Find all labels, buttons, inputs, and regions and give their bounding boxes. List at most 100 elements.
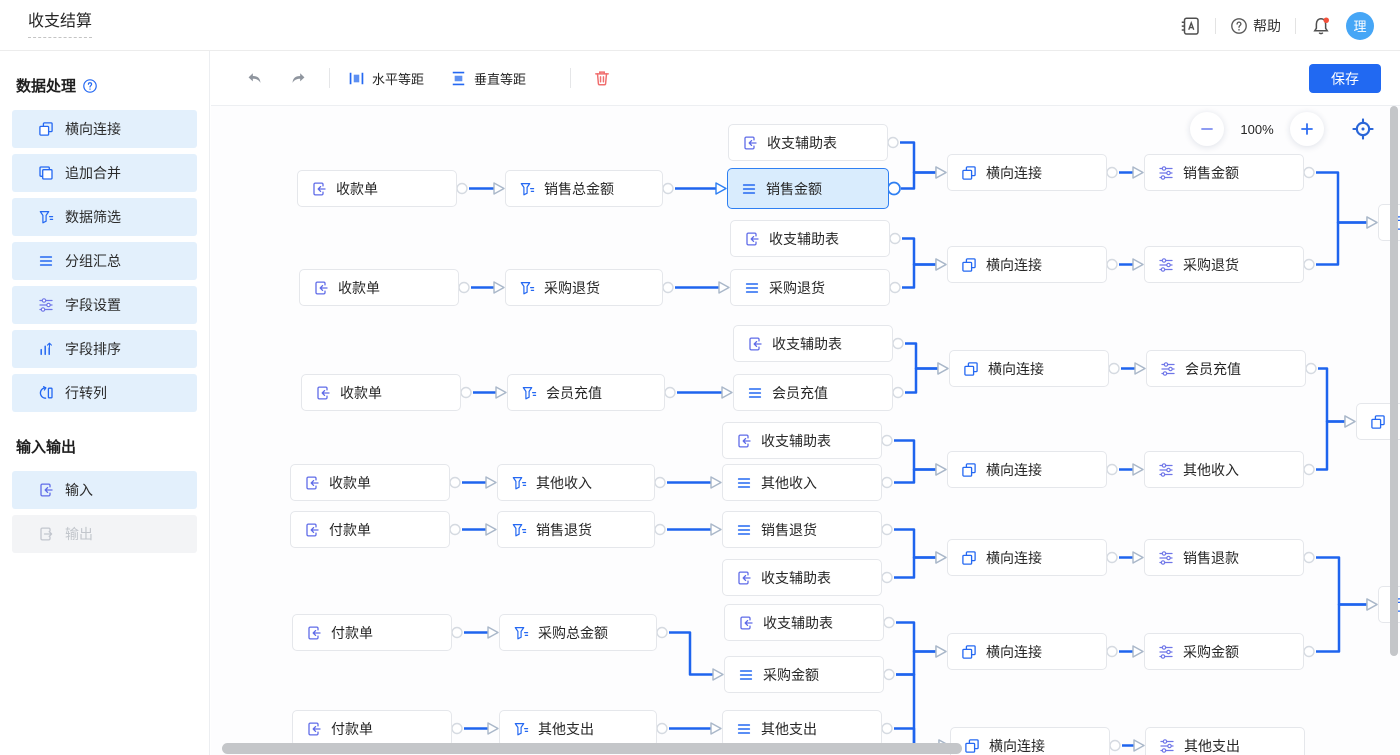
node-label: 采购退货 [769, 278, 825, 298]
sidebar-item[interactable]: 分组汇总 [12, 242, 197, 280]
zoom-out-button[interactable] [1190, 112, 1224, 146]
zoom-in-button[interactable] [1290, 112, 1324, 146]
edge-arrow [716, 183, 726, 194]
redo-button[interactable] [285, 65, 311, 91]
flow-canvas[interactable]: 收款单销售总金额收支辅助表销售金额横向连接销售金额收款单采购退货收支辅助表采购退… [211, 106, 1400, 755]
sidebar-item-label: 字段设置 [65, 295, 121, 315]
join-icon [961, 165, 977, 181]
flow-node[interactable]: 横向连接 [947, 451, 1107, 488]
flow-node[interactable]: 其他收入 [497, 464, 655, 501]
sidebar-item[interactable]: 字段设置 [12, 286, 197, 324]
delete-button[interactable] [589, 65, 615, 91]
toolbar-divider [570, 68, 571, 88]
node-port [1109, 364, 1119, 374]
flow-node[interactable]: 其他收入 [1144, 451, 1304, 488]
flow-node[interactable]: 横向连接 [949, 350, 1109, 387]
flow-node[interactable]: 采购退货 [730, 269, 890, 306]
flow-node[interactable]: 收款单 [301, 374, 461, 411]
flow-node[interactable]: 横向连接 [947, 633, 1107, 670]
flow-node[interactable]: 会员充值 [733, 374, 893, 411]
sidebar-item[interactable]: 追加合并 [12, 154, 197, 192]
flow-node[interactable]: 收支辅助表 [722, 422, 882, 459]
flow-node[interactable]: 其他收入 [722, 464, 882, 501]
flow-node[interactable]: 销售退货 [722, 511, 882, 548]
node-port [882, 573, 892, 583]
sidebar-item-label: 输入 [65, 480, 93, 500]
fields-icon [38, 297, 54, 313]
horizontal-scrollbar-thumb[interactable] [222, 743, 962, 754]
sidebar-item[interactable]: 行转列 [12, 374, 197, 412]
flow-node[interactable]: 横向连接 [950, 727, 1110, 755]
node-label: 会员充值 [772, 383, 828, 403]
vertical-scrollbar-thumb[interactable] [1390, 106, 1398, 656]
distribute-horizontal-button[interactable]: 水平等距 [348, 69, 424, 88]
flow-node[interactable]: 收支辅助表 [722, 559, 882, 596]
flow-node[interactable]: 会员充值 [1146, 350, 1306, 387]
edge-arrow [1135, 363, 1145, 374]
sidebar-item[interactable]: 字段排序 [12, 330, 197, 368]
flow-node[interactable]: 横向连接 [947, 539, 1107, 576]
node-label: 收款单 [336, 179, 378, 199]
flow-node[interactable]: 采购退货 [1144, 246, 1304, 283]
sidebar-item-label: 输出 [65, 524, 93, 544]
locate-fit-button[interactable] [1350, 116, 1376, 142]
flow-node[interactable]: 收支辅助表 [724, 604, 884, 641]
section-help-icon[interactable] [82, 78, 98, 94]
node-label: 其他收入 [761, 473, 817, 493]
node-port [1304, 260, 1314, 270]
flow-node[interactable]: 采购退货 [505, 269, 663, 306]
notification-bell-icon[interactable] [1310, 15, 1332, 37]
node-label: 采购退货 [1183, 255, 1239, 275]
flow-node[interactable]: 收款单 [297, 170, 457, 207]
flow-node[interactable]: 付款单 [292, 710, 452, 747]
flow-node[interactable]: 收支辅助表 [728, 124, 888, 161]
edge-arrow [1367, 217, 1377, 228]
flow-node[interactable]: 付款单 [290, 511, 450, 548]
zoom-controls: 100% [1190, 112, 1376, 146]
edge-arrow [486, 524, 496, 535]
flow-node[interactable]: 会员充值 [507, 374, 665, 411]
node-port [888, 183, 900, 195]
sidebar-item[interactable]: 横向连接 [12, 110, 197, 148]
sidebar: 数据处理横向连接追加合并数据筛选分组汇总字段设置字段排序行转列输入输出输入输出 [0, 51, 210, 755]
sidebar-item[interactable]: 输入 [12, 471, 197, 509]
flow-node[interactable]: 横向连接 [947, 246, 1107, 283]
flow-node[interactable]: 收支辅助表 [733, 325, 893, 362]
flow-node[interactable]: 销售退款 [1144, 539, 1304, 576]
sidebar-item-label: 数据筛选 [65, 207, 121, 227]
group-icon [747, 385, 763, 401]
flow-node[interactable]: 销售总金额 [505, 170, 663, 207]
sidebar-section-title: 输入输出 [16, 436, 193, 457]
flow-node[interactable]: 收支辅助表 [730, 220, 890, 257]
contacts-icon[interactable] [1179, 15, 1201, 37]
sidebar-item[interactable]: 数据筛选 [12, 198, 197, 236]
user-avatar[interactable]: 理 [1346, 12, 1374, 40]
flow-node[interactable]: 采购总金额 [499, 614, 657, 651]
flow-node[interactable]: 收款单 [299, 269, 459, 306]
flow-node[interactable]: 付款单 [292, 614, 452, 651]
distribute-vertical-button[interactable]: 垂直等距 [450, 69, 526, 88]
edge-arrow [486, 477, 496, 488]
node-port [888, 138, 898, 148]
join-icon [961, 462, 977, 478]
flow-node[interactable]: 采购金额 [724, 656, 884, 693]
join-icon [964, 738, 980, 754]
flow-node[interactable]: 销售金额 [1144, 154, 1304, 191]
flow-node[interactable]: 销售退货 [497, 511, 655, 548]
edge-arrow [1367, 599, 1377, 610]
flow-node[interactable]: 销售金额 [727, 168, 889, 209]
group-icon [736, 522, 752, 538]
save-button[interactable]: 保存 [1309, 64, 1381, 93]
flow-node[interactable]: 其他支出 [1145, 727, 1305, 755]
help-button[interactable]: 帮助 [1230, 16, 1281, 36]
node-label: 横向连接 [986, 460, 1042, 480]
undo-button[interactable] [241, 65, 267, 91]
flow-node[interactable]: 其他支出 [722, 710, 882, 747]
node-label: 销售金额 [1183, 163, 1239, 183]
flow-node[interactable]: 采购金额 [1144, 633, 1304, 670]
flow-node[interactable]: 横向连接 [947, 154, 1107, 191]
flow-node[interactable]: 其他支出 [499, 710, 657, 747]
edge-arrow [1133, 464, 1143, 475]
flow-node[interactable]: 收款单 [290, 464, 450, 501]
node-label: 采购退货 [544, 278, 600, 298]
